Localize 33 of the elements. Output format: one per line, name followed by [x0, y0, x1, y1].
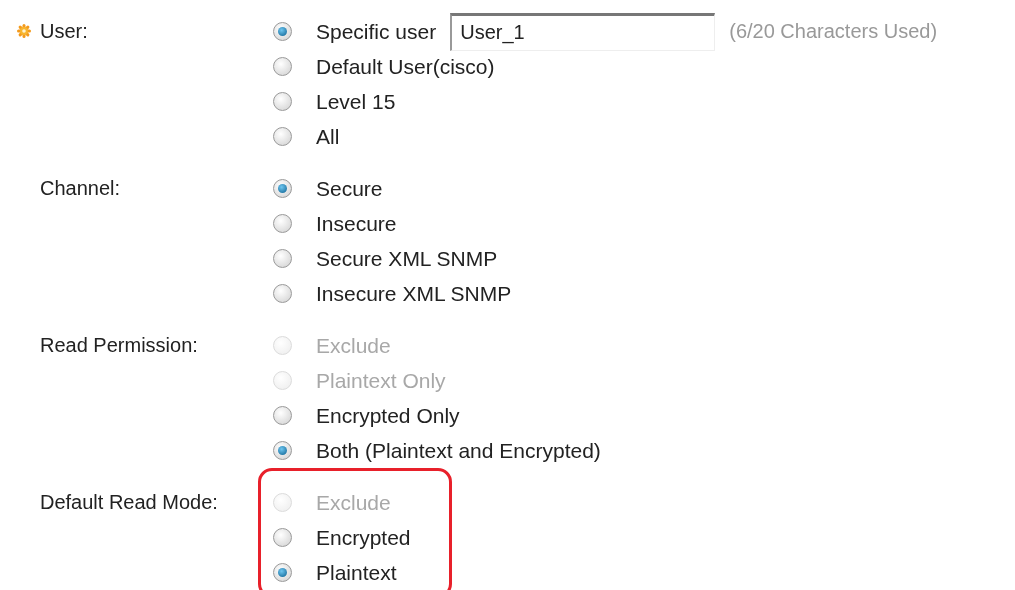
radio-button[interactable]	[273, 284, 292, 303]
radio-button[interactable]	[273, 563, 292, 582]
radio-button[interactable]	[273, 441, 292, 460]
option-label: Secure	[316, 176, 383, 201]
field-label: Channel:	[40, 177, 121, 200]
character-count: (6/20 Characters Used)	[729, 20, 938, 43]
option-label: Encrypted	[316, 525, 411, 550]
radio-button[interactable]	[273, 127, 292, 146]
option-label: Level 15	[316, 89, 396, 114]
option-label: Encrypted Only	[316, 403, 460, 428]
field-label: Default Read Mode:	[40, 491, 218, 514]
radio-button[interactable]	[273, 249, 292, 268]
radio-button[interactable]	[273, 22, 292, 41]
radio-button[interactable]	[273, 528, 292, 547]
option-label: Plaintext	[316, 560, 397, 585]
option-label: Insecure XML SNMP	[316, 281, 512, 306]
option-label: Secure XML SNMP	[316, 246, 498, 271]
option-label: Specific user	[316, 19, 437, 44]
username-field[interactable]: User_1	[450, 12, 716, 51]
field-label: Read Permission:	[40, 334, 198, 357]
radio-button[interactable]	[273, 92, 292, 111]
option-label: Insecure	[316, 211, 397, 236]
option-label: Exclude	[316, 490, 391, 515]
radio-button[interactable]	[273, 57, 292, 76]
option-label: Default User(cisco)	[316, 54, 495, 79]
option-label: All	[316, 124, 340, 149]
option-label: Plaintext Only	[316, 368, 446, 393]
option-label: Exclude	[316, 333, 391, 358]
radio-button[interactable]	[273, 179, 292, 198]
option-label: Both (Plaintext and Encrypted)	[316, 438, 601, 463]
field-label: User:	[40, 20, 88, 43]
radio-button[interactable]	[273, 406, 292, 425]
radio-button[interactable]	[273, 214, 292, 233]
